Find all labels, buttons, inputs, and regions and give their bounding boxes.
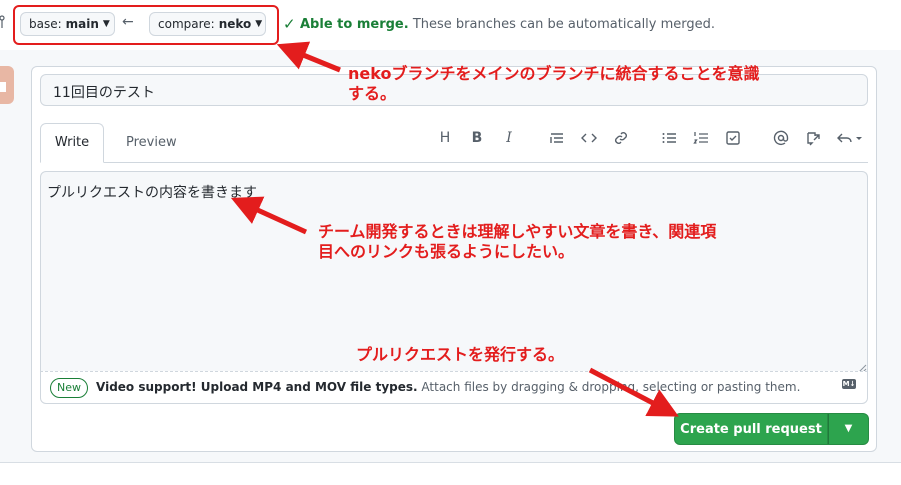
tab-write[interactable]: Write	[40, 123, 104, 163]
reference-icon[interactable]	[804, 130, 822, 146]
unordered-list-icon[interactable]	[660, 130, 678, 146]
attach-text-rest: Attach files by dragging & dropping, sel…	[421, 380, 801, 394]
merge-status: Able to merge. These branches can be aut…	[300, 17, 715, 32]
ordered-list-icon[interactable]	[692, 130, 710, 146]
tab-preview[interactable]: Preview	[126, 135, 177, 150]
annotation-body-note: チーム開発するときは理解しやすい文章を書き、関連項目へのリンクも張るようにしたい…	[318, 222, 717, 261]
git-compare-icon	[0, 12, 8, 34]
chevron-down-icon[interactable]: ▼	[828, 413, 869, 445]
body-text: プルリクエストの内容を書きます	[47, 185, 257, 201]
annotation-merge-note: nekoブランチをメインのブランチに統合することを意識する。	[348, 64, 760, 103]
task-list-icon[interactable]	[724, 130, 742, 146]
page-bottom	[0, 462, 901, 485]
new-badge: New	[50, 378, 88, 398]
annotation-create-note: プルリクエストを発行する。	[356, 345, 565, 364]
bold-icon[interactable]: B	[468, 130, 486, 146]
italic-icon[interactable]: I	[500, 130, 518, 146]
undo-icon[interactable]	[836, 130, 864, 146]
create-pull-request-button[interactable]: Create pull request	[674, 413, 828, 445]
tabs-divider	[40, 162, 868, 163]
branch-highlight-box	[13, 5, 279, 45]
code-icon[interactable]	[580, 130, 598, 146]
markdown-icon[interactable]: M↓	[842, 379, 856, 389]
resize-handle-icon[interactable]	[857, 358, 867, 373]
avatar-detail	[0, 82, 6, 92]
quote-icon[interactable]	[548, 130, 566, 146]
attach-text: Video support! Upload MP4 and MOV file t…	[96, 380, 800, 394]
merge-status-strong: Able to merge.	[300, 17, 409, 32]
merge-status-text: These branches can be automatically merg…	[412, 17, 716, 32]
heading-icon[interactable]: H	[436, 130, 454, 146]
link-icon[interactable]	[612, 130, 630, 146]
mention-icon[interactable]	[772, 130, 790, 146]
check-icon: ✓	[283, 15, 296, 33]
attach-text-strong: Video support! Upload MP4 and MOV file t…	[96, 380, 418, 394]
